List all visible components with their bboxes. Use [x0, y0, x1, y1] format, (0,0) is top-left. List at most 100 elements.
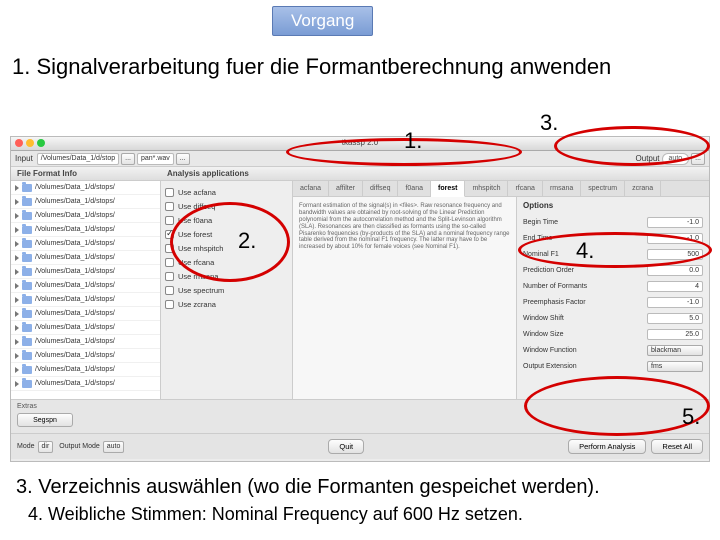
option-value[interactable]: fms	[647, 361, 703, 372]
app-checkbox-row[interactable]: Use zcrana	[165, 297, 288, 311]
option-value[interactable]: 4	[647, 281, 703, 292]
option-value[interactable]: 5.0	[647, 313, 703, 324]
app-checkbox-row[interactable]: Use rfcana	[165, 255, 288, 269]
disclosure-icon[interactable]	[15, 381, 19, 387]
quit-button[interactable]: Quit	[328, 439, 364, 454]
disclosure-icon[interactable]	[15, 353, 19, 359]
checkbox-icon[interactable]	[165, 230, 174, 239]
vorgang-button[interactable]: Vorgang	[272, 6, 373, 36]
option-value[interactable]: -1.0	[647, 297, 703, 308]
input-path-picker[interactable]: ...	[121, 153, 135, 165]
option-label: End Time	[523, 235, 553, 242]
option-value[interactable]: blackman	[647, 345, 703, 356]
app-label: Use spectrum	[178, 286, 224, 295]
option-value[interactable]: -1.0	[647, 233, 703, 244]
close-icon[interactable]	[15, 139, 23, 147]
option-value[interactable]: 0.0	[647, 265, 703, 276]
disclosure-icon[interactable]	[15, 311, 19, 317]
option-value[interactable]: 25.0	[647, 329, 703, 340]
file-path: /Volumes/Data_1/d/stops/	[35, 282, 115, 289]
disclosure-icon[interactable]	[15, 269, 19, 275]
file-path: /Volumes/Data_1/d/stops/	[35, 380, 115, 387]
file-item[interactable]: /Volumes/Data_1/d/stops/	[11, 363, 160, 377]
tab-affilter[interactable]: affilter	[329, 181, 363, 196]
file-path: /Volumes/Data_1/d/stops/	[35, 254, 115, 261]
file-path: /Volumes/Data_1/d/stops/	[35, 296, 115, 303]
app-checkbox-row[interactable]: Use spectrum	[165, 283, 288, 297]
checkbox-icon[interactable]	[165, 244, 174, 253]
reset-all-button[interactable]: Reset All	[651, 439, 703, 454]
input-path[interactable]: /Volumes/Data_1/d/stop	[37, 153, 119, 165]
tab-rmsana[interactable]: rmsana	[543, 181, 581, 196]
input-pattern-picker[interactable]: ...	[176, 153, 190, 165]
disclosure-icon[interactable]	[15, 185, 19, 191]
perform-analysis-button[interactable]: Perform Analysis	[568, 439, 646, 454]
disclosure-icon[interactable]	[15, 199, 19, 205]
option-value[interactable]: -1.0	[647, 217, 703, 228]
option-row: Preemphasis Factor-1.0	[523, 294, 703, 310]
output-mode-value[interactable]: auto	[103, 441, 125, 453]
disclosure-icon[interactable]	[15, 367, 19, 373]
checkbox-icon[interactable]	[165, 272, 174, 281]
tab-rfcana[interactable]: rfcana	[508, 181, 542, 196]
checkbox-icon[interactable]	[165, 188, 174, 197]
disclosure-icon[interactable]	[15, 283, 19, 289]
tab-spectrum[interactable]: spectrum	[581, 181, 625, 196]
disclosure-icon[interactable]	[15, 297, 19, 303]
option-value[interactable]: 500	[647, 249, 703, 260]
file-item[interactable]: /Volumes/Data_1/d/stops/	[11, 223, 160, 237]
file-item[interactable]: /Volumes/Data_1/d/stops/	[11, 251, 160, 265]
tab-forest[interactable]: forest	[431, 181, 465, 197]
extras-panel: Extras Segspn	[11, 399, 709, 433]
app-checkbox-row[interactable]: Use forest	[165, 227, 288, 241]
file-list[interactable]: /Volumes/Data_1/d/stops//Volumes/Data_1/…	[11, 181, 161, 399]
disclosure-icon[interactable]	[15, 255, 19, 261]
tab-acfana[interactable]: acfana	[293, 181, 329, 196]
checkbox-icon[interactable]	[165, 300, 174, 309]
app-label: Use rmsana	[178, 272, 218, 281]
tab-zcrana[interactable]: zcrana	[625, 181, 661, 196]
disclosure-icon[interactable]	[15, 213, 19, 219]
folder-icon	[22, 310, 32, 318]
output-picker[interactable]: ...	[691, 153, 705, 165]
checkbox-icon[interactable]	[165, 286, 174, 295]
checkbox-icon[interactable]	[165, 258, 174, 267]
file-item[interactable]: /Volumes/Data_1/d/stops/	[11, 349, 160, 363]
app-checkbox-row[interactable]: Use rmsana	[165, 269, 288, 283]
step3-text: 3. Verzeichnis auswählen (wo die Formant…	[16, 476, 600, 499]
file-item[interactable]: /Volumes/Data_1/d/stops/	[11, 237, 160, 251]
file-item[interactable]: /Volumes/Data_1/d/stops/	[11, 279, 160, 293]
file-item[interactable]: /Volumes/Data_1/d/stops/	[11, 209, 160, 223]
file-item[interactable]: /Volumes/Data_1/d/stops/	[11, 265, 160, 279]
disclosure-icon[interactable]	[15, 339, 19, 345]
app-checkbox-row[interactable]: Use mhspitch	[165, 241, 288, 255]
disclosure-icon[interactable]	[15, 241, 19, 247]
file-item[interactable]: /Volumes/Data_1/d/stops/	[11, 335, 160, 349]
file-item[interactable]: /Volumes/Data_1/d/stops/	[11, 293, 160, 307]
file-path: /Volumes/Data_1/d/stops/	[35, 212, 115, 219]
app-checkbox-row[interactable]: Use acfana	[165, 185, 288, 199]
file-item[interactable]: /Volumes/Data_1/d/stops/	[11, 321, 160, 335]
disclosure-icon[interactable]	[15, 227, 19, 233]
tab-f0ana[interactable]: f0ana	[398, 181, 431, 196]
file-item[interactable]: /Volumes/Data_1/d/stops/	[11, 307, 160, 321]
checkbox-icon[interactable]	[165, 216, 174, 225]
file-path: /Volumes/Data_1/d/stops/	[35, 310, 115, 317]
app-checkbox-row[interactable]: Use f0ana	[165, 213, 288, 227]
input-pattern[interactable]: pan*.wav	[137, 153, 174, 165]
app-checkbox-row[interactable]: Use diffseq	[165, 199, 288, 213]
minimize-icon[interactable]	[26, 139, 34, 147]
file-item[interactable]: /Volumes/Data_1/d/stops/	[11, 181, 160, 195]
disclosure-icon[interactable]	[15, 325, 19, 331]
file-item[interactable]: /Volumes/Data_1/d/stops/	[11, 195, 160, 209]
file-item[interactable]: /Volumes/Data_1/d/stops/	[11, 377, 160, 391]
tab-diffseq[interactable]: diffseq	[363, 181, 399, 196]
checkbox-icon[interactable]	[165, 202, 174, 211]
segspn-button[interactable]: Segspn	[17, 413, 73, 427]
apps-header: Analysis applications	[167, 169, 297, 178]
output-value[interactable]: auto	[662, 153, 690, 165]
folder-icon	[22, 268, 32, 276]
zoom-icon[interactable]	[37, 139, 45, 147]
tab-mhspitch[interactable]: mhspitch	[465, 181, 508, 196]
mode-value[interactable]: dir	[38, 441, 54, 453]
